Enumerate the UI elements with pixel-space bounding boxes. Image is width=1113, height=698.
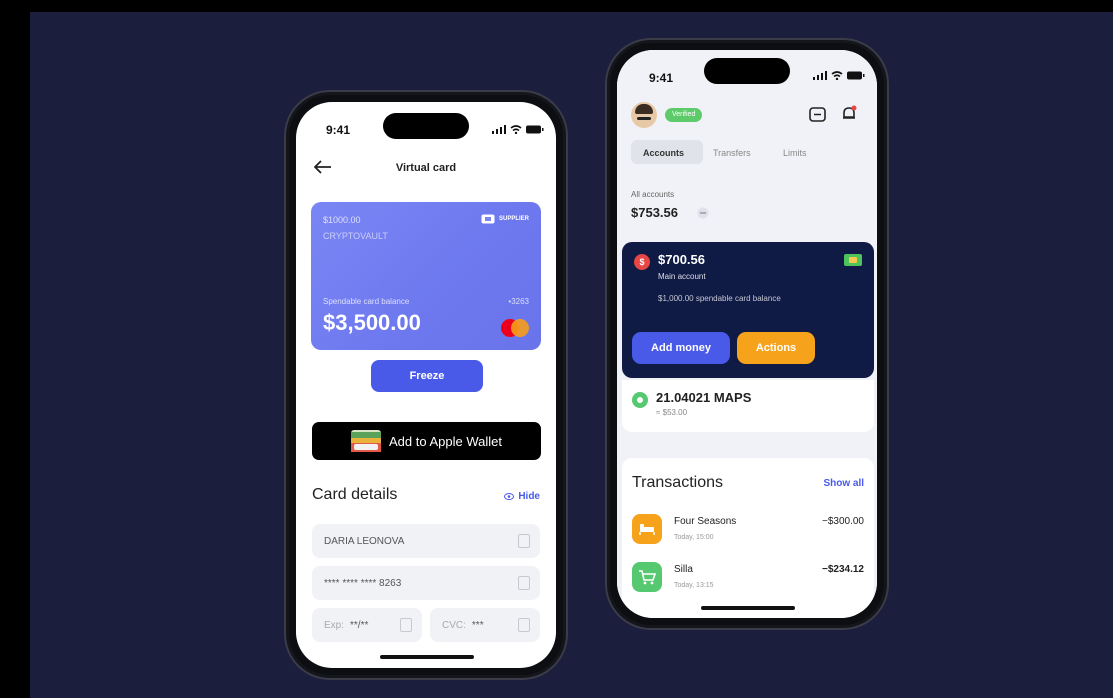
card-brand: SUPPLIER [481,214,529,224]
bed-icon [632,514,662,544]
copy-icon[interactable] [518,534,530,548]
status-icons [492,125,544,134]
cardholder-name-field[interactable]: DARIA LEONOVA [312,524,540,558]
tab-accounts[interactable]: Accounts [643,148,684,158]
tab-limits[interactable]: Limits [783,148,807,158]
virtual-card-screen: 9:41 Virtual card $1000.00 CRYPTOVAULT S… [296,102,556,668]
card-balance: $3,500.00 [323,310,421,335]
eye-icon [504,493,515,500]
transaction-name: Four Seasons [674,516,737,527]
freeze-button[interactable]: Freeze [371,360,483,392]
verified-badge: Verified [665,108,703,122]
expiry-field[interactable]: Exp: **/** [312,608,422,642]
all-accounts-total: $753.56 [631,205,678,220]
phone-accounts: 9:41 Verified Accounts Transfers Limits … [605,38,889,630]
signal-icon [492,125,506,134]
transaction-time: Today, 13:15 [674,582,714,589]
wifi-icon [510,125,522,134]
card-chip-icon [481,214,495,224]
transaction-amount: −$300.00 [822,516,864,527]
dynamic-island [383,113,469,139]
actions-button[interactable]: Actions [737,332,815,364]
card-line-2: CRYPTOVAULT [323,231,388,241]
spendable-balance: $1,000.00 spendable card balance [658,294,781,303]
virtual-card[interactable]: $1000.00 CRYPTOVAULT SUPPLIER Spendable … [311,202,541,350]
maps-fiat-value: ≈ $53.00 [656,408,688,417]
shopping-cart-icon [632,562,662,592]
show-all-link[interactable]: Show all [823,478,864,489]
hide-button[interactable]: Hide [504,491,540,502]
tab-transfers[interactable]: Transfers [713,148,751,158]
transactions-card: Transactions Show all Four Seasons Today… [622,458,874,618]
dynamic-island [704,58,790,84]
avatar[interactable] [631,102,657,128]
dollar-icon: $ [634,254,650,270]
card-line-1: $1000.00 [323,215,361,225]
phone-virtual-card: 9:41 Virtual card $1000.00 CRYPTOVAULT S… [284,90,568,680]
signal-icon [813,71,827,80]
transaction-amount: −$234.12 [822,564,864,575]
maps-account-card[interactable]: 21.04021 MAPS ≈ $53.00 [622,380,874,432]
wallet-label: Add to Apple Wallet [389,433,502,449]
all-accounts-label: All accounts [631,190,675,199]
notification-bell-icon[interactable] [841,105,857,122]
main-account-name: Main account [658,272,706,281]
mini-card-icon [844,254,862,266]
card-number-field[interactable]: **** **** **** 8263 [312,566,540,600]
eye-toggle-icon[interactable] [697,207,709,219]
transactions-title: Transactions [632,474,723,491]
card-balance-label: Spendable card balance [323,297,410,306]
copy-icon[interactable] [400,618,412,632]
card-last-digits: •3263 [508,297,529,306]
status-time: 9:41 [326,123,351,137]
accounts-screen: 9:41 Verified Accounts Transfers Limits … [617,50,877,618]
wifi-icon [831,71,843,80]
card-details-title: Card details [312,486,398,503]
wallet-icon [351,430,381,452]
chat-icon[interactable] [809,107,826,122]
home-indicator [701,606,795,610]
showcase-background: 9:41 Virtual card $1000.00 CRYPTOVAULT S… [30,12,1113,698]
maps-coin-icon [632,392,648,408]
home-indicator [380,655,474,659]
copy-icon[interactable] [518,576,530,590]
transaction-time: Today, 15:00 [674,534,714,541]
cvc-field[interactable]: CVC: *** [430,608,540,642]
mastercard-logo-icon [501,319,529,337]
add-to-apple-wallet-button[interactable]: Add to Apple Wallet [312,422,541,460]
add-money-button[interactable]: Add money [632,332,730,364]
copy-icon[interactable] [518,618,530,632]
main-account-amount: $700.56 [658,252,705,267]
battery-icon [847,71,865,80]
transaction-name: Silla [674,564,693,575]
page-title: Virtual card [395,162,457,174]
status-time: 9:41 [649,71,674,85]
maps-amount: 21.04021 MAPS [656,390,752,405]
main-account-card[interactable]: $ $700.56 Main account $1,000.00 spendab… [622,242,874,378]
status-icons [813,71,865,80]
battery-icon [526,125,544,134]
